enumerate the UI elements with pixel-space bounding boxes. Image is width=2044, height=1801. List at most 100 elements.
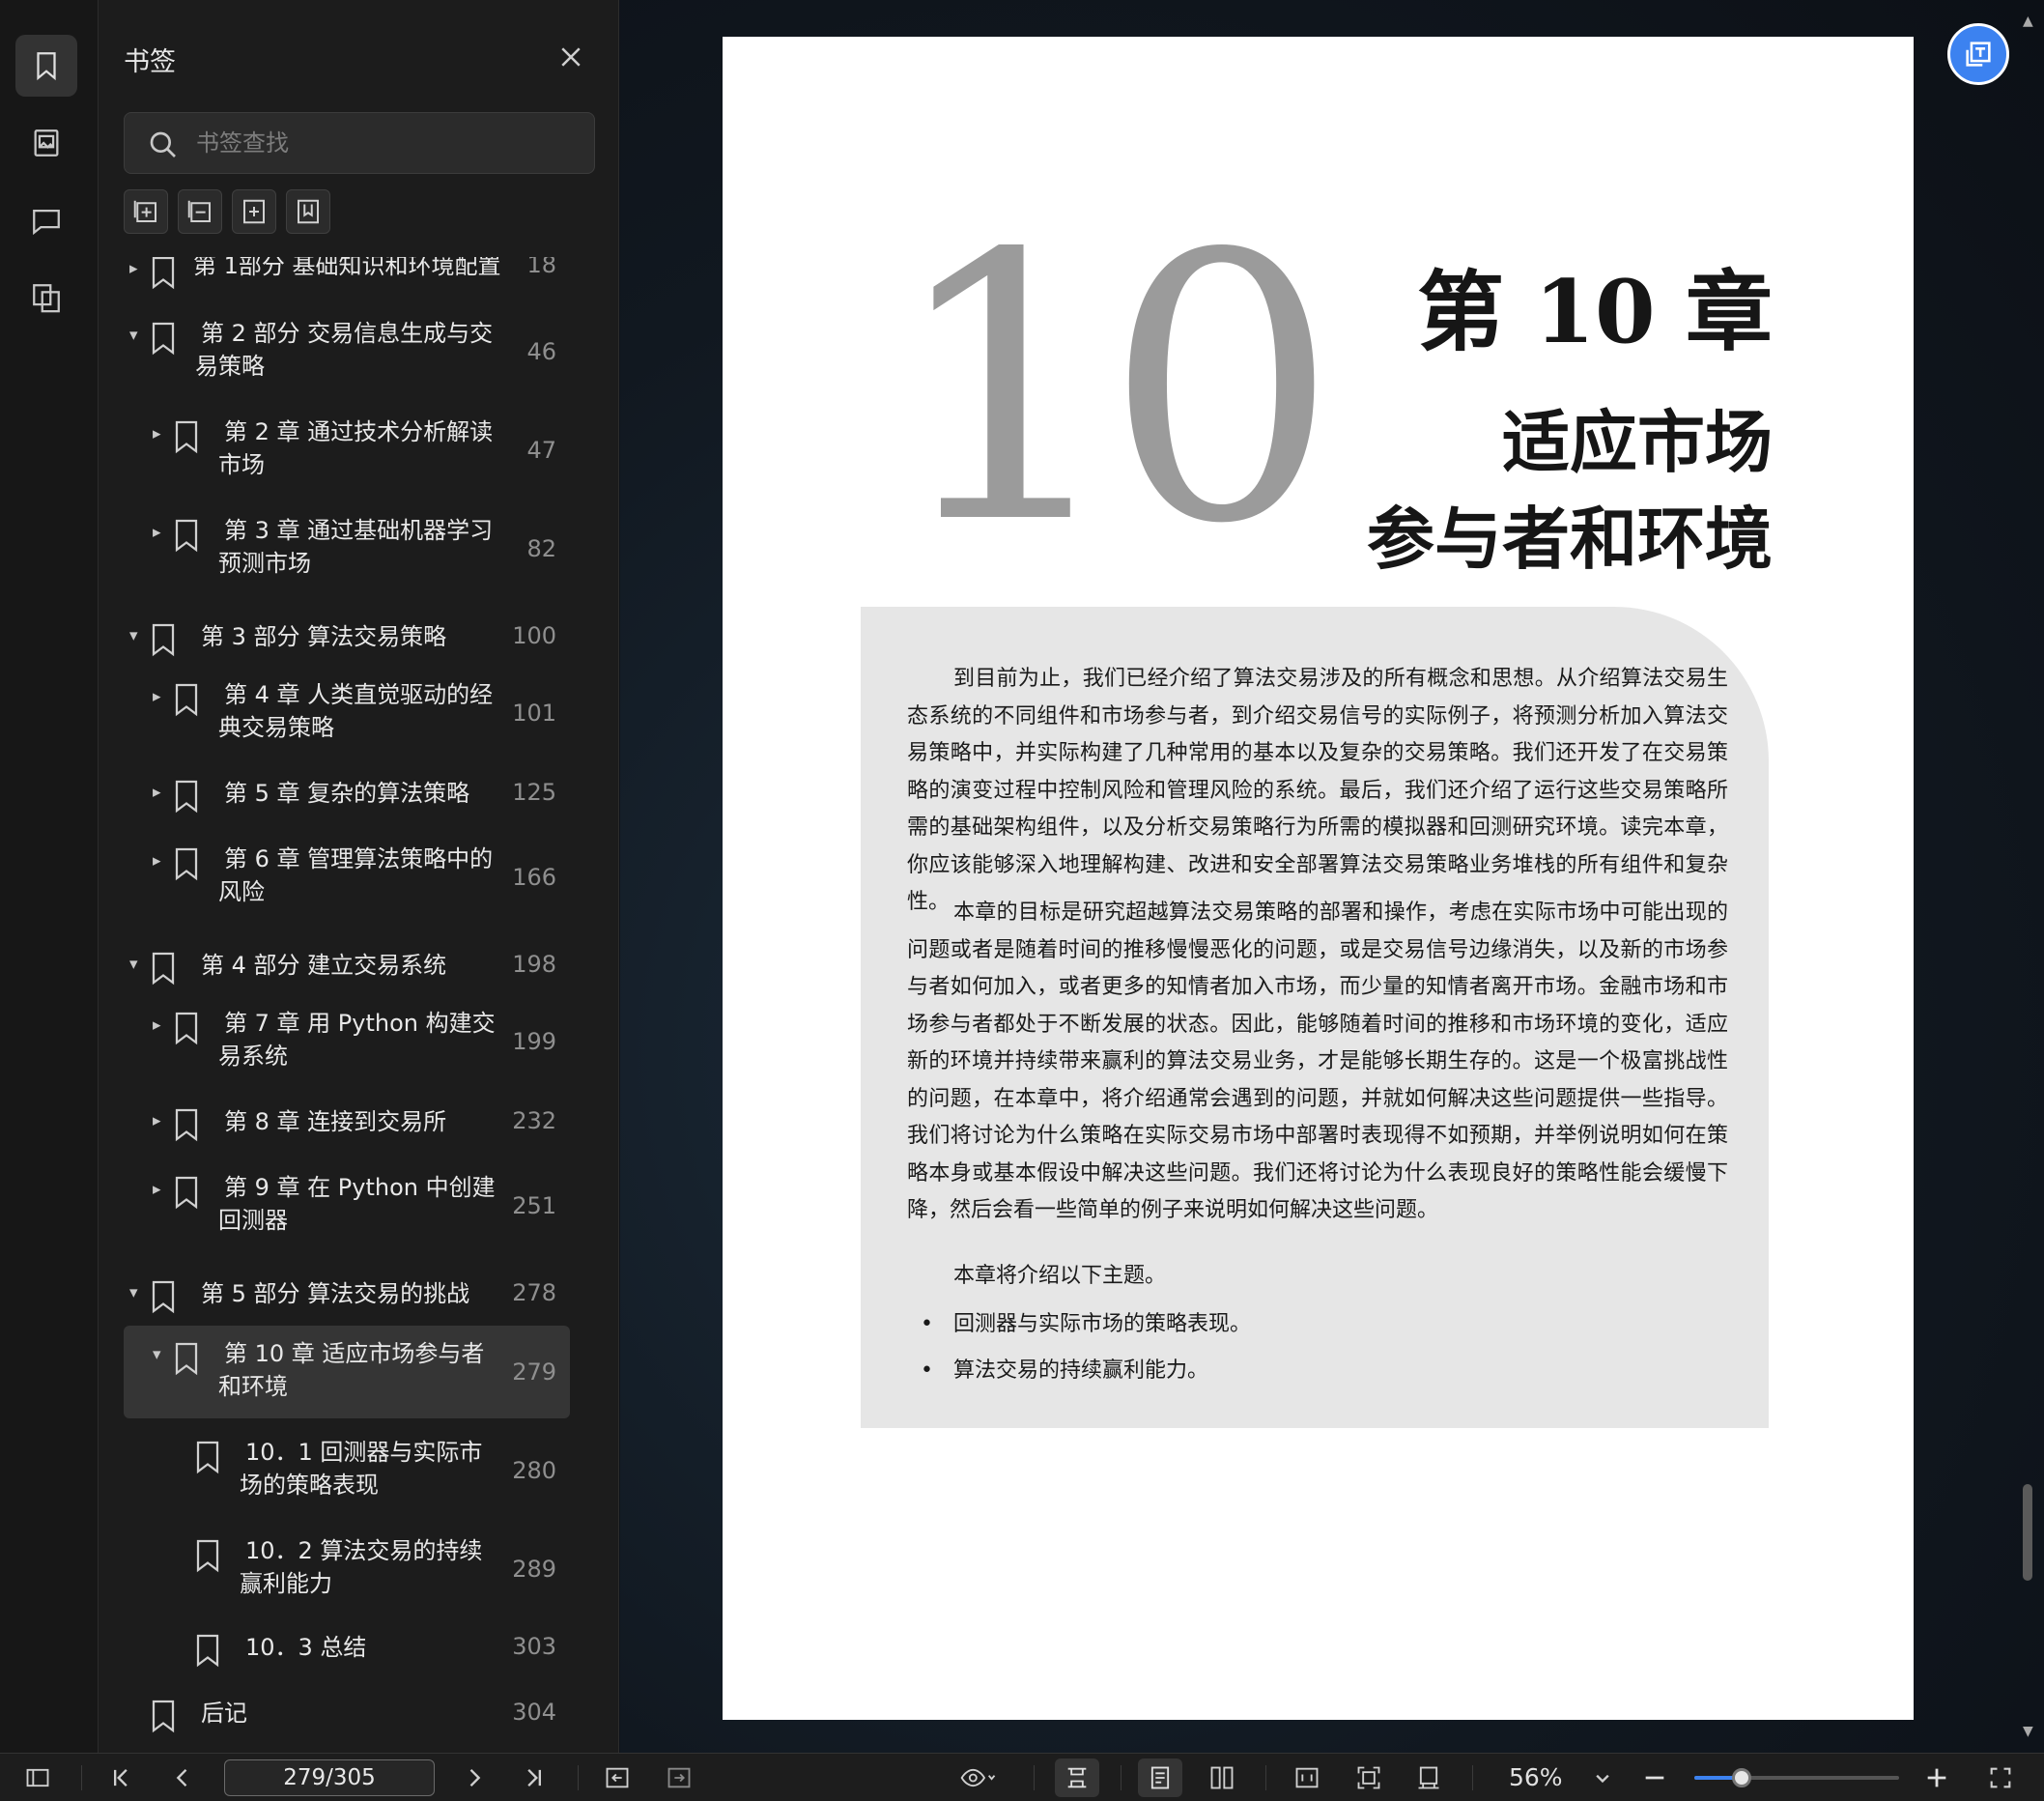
bookmark-item[interactable]: 后记 304 <box>124 1691 570 1741</box>
bookmark-item[interactable]: ▸ 第 6 章 管理算法策略中的风险 166 <box>124 837 570 918</box>
intro-paragraph-3: 本章将介绍以下主题。 <box>953 1264 1167 1288</box>
expand-arrow-icon[interactable]: ▸ <box>129 259 138 278</box>
bookmark-icon <box>175 780 198 814</box>
bookmark-item[interactable]: ▸ 第 1部分 基础知识和环境配置 18 <box>124 257 570 290</box>
next-page-button[interactable] <box>458 1761 491 1794</box>
thumbnail-tab-button[interactable] <box>15 112 77 174</box>
bookmark-item[interactable]: ▸ 第 7 章 用 Python 构建交易系统 199 <box>124 1001 570 1082</box>
first-page-button[interactable] <box>104 1761 137 1794</box>
floating-action-button[interactable] <box>1947 23 2009 85</box>
actual-size-button[interactable] <box>1291 1761 1323 1794</box>
single-page-button[interactable] <box>1138 1758 1182 1797</box>
bookmark-item[interactable]: ▸ 第 3 章 通过基础机器学习预测市场 82 <box>124 508 570 589</box>
comment-tab-button[interactable] <box>15 189 77 251</box>
fit-width-button[interactable] <box>1055 1758 1099 1797</box>
collapse-arrow-icon[interactable]: ▾ <box>153 1345 161 1364</box>
zoom-slider[interactable] <box>1694 1768 1899 1787</box>
expand-arrow-icon[interactable]: ▸ <box>153 1111 161 1130</box>
rotate-icon <box>1418 1766 1439 1789</box>
comment-icon <box>33 209 60 236</box>
bookmark-icon <box>175 1108 198 1142</box>
expand-arrow-icon[interactable]: ▸ <box>153 1015 161 1035</box>
bookmark-icon <box>152 623 175 657</box>
fullscreen-button[interactable] <box>1984 1761 2017 1794</box>
fit-page-button[interactable] <box>1352 1761 1385 1794</box>
bookmark-item-selected[interactable]: ▾ 第 10 章 适应市场参与者和环境 279 <box>124 1326 570 1418</box>
add-bookmark-button[interactable] <box>232 189 276 234</box>
bookmark-item[interactable]: ▸ 第 5 章 复杂的算法策略 125 <box>124 771 570 821</box>
bookmark-page: 47 <box>526 437 556 464</box>
previous-page-button[interactable] <box>166 1761 199 1794</box>
search-icon <box>150 131 176 157</box>
zoom-in-button[interactable] <box>1920 1761 1953 1794</box>
bookmark-search-box <box>124 112 595 174</box>
bookmark-search-input[interactable] <box>196 119 582 167</box>
expand-arrow-icon[interactable]: ▸ <box>153 687 161 706</box>
back-button[interactable] <box>601 1761 634 1794</box>
bookmark-page: 251 <box>512 1192 556 1219</box>
bookmark-icon <box>152 952 175 986</box>
bookmark-page: 166 <box>512 864 556 891</box>
expand-arrow-icon[interactable]: ▸ <box>153 851 161 871</box>
chapter-heading: 第 10 章 适应市场 参与者和环境 <box>1367 259 1773 587</box>
bookmark-label: 第 3 章 通过基础机器学习预测市场 <box>218 517 494 577</box>
bottom-toolbar: 56% <box>0 1753 2044 1801</box>
bookmark-item[interactable]: ▸ 第 8 章 连接到交易所 232 <box>124 1100 570 1150</box>
collapse-arrow-icon[interactable]: ▾ <box>129 326 138 345</box>
toggle-sidebar-button[interactable] <box>21 1761 54 1794</box>
bookmark-item[interactable]: ▸ 第 2 章 通过技术分析解读市场 47 <box>124 410 570 491</box>
collapse-all-icon <box>187 200 211 222</box>
image-icon <box>34 129 59 157</box>
expand-all-button[interactable] <box>124 189 168 234</box>
bookmark-item[interactable]: 10．3 总结 303 <box>124 1625 570 1675</box>
zoom-level[interactable]: 56% <box>1509 1763 1563 1791</box>
bookmark-tab-button[interactable] <box>15 35 77 97</box>
bookmark-page: 304 <box>512 1699 556 1726</box>
collapse-arrow-icon[interactable]: ▾ <box>129 955 138 974</box>
view-mode-button[interactable] <box>951 1761 1005 1794</box>
page-number-input[interactable] <box>224 1759 435 1796</box>
document-scrollbar[interactable] <box>2023 1484 2032 1581</box>
fullscreen-icon <box>1990 1767 2011 1788</box>
bookmark-item[interactable]: 10．2 算法交易的持续赢利能力 289 <box>124 1529 570 1610</box>
chapter-intro-box: 到目前为止，我们已经介绍了算法交易涉及的所有概念和思想。从介绍算法交易生态系统的… <box>861 607 1769 1428</box>
bookmark-item[interactable]: ▾ 第 5 部分 算法交易的挑战 278 <box>124 1272 570 1322</box>
fit-page-icon <box>1357 1766 1380 1789</box>
expand-arrow-icon[interactable]: ▸ <box>153 424 161 443</box>
bookmark-item[interactable]: ▸ 第 4 章 人类直觉驱动的经典交易策略 101 <box>124 672 570 754</box>
bookmark-item[interactable]: ▾ 第 4 部分 建立交易系统 198 <box>124 943 570 993</box>
bookmark-item[interactable]: ▾ 第 2 部分 交易信息生成与交易策略 46 <box>124 311 570 392</box>
document-viewport[interactable]: 10 第 10 章 适应市场 参与者和环境 到目前为止，我们已经介绍了算法交易涉… <box>620 0 2044 1753</box>
zoom-out-button[interactable] <box>1638 1761 1671 1794</box>
fit-width-icon <box>1067 1767 1087 1788</box>
bookmark-button[interactable] <box>286 189 330 234</box>
collapse-all-button[interactable] <box>178 189 222 234</box>
scroll-up-icon[interactable]: ▲ <box>2023 14 2033 29</box>
bookmark-item[interactable]: 10．1 回测器与实际市场的策略表现 280 <box>124 1430 570 1511</box>
minus-icon <box>1645 1776 1664 1780</box>
intro-paragraph-2: 本章的目标是研究超越算法交易策略的部署和操作，考虑在实际市场中可能出现的问题或者… <box>907 900 1728 1222</box>
two-page-icon <box>1210 1766 1234 1789</box>
forward-button[interactable] <box>663 1761 696 1794</box>
last-page-button[interactable] <box>518 1761 551 1794</box>
expand-all-icon <box>133 200 156 222</box>
actual-size-icon <box>1295 1767 1319 1788</box>
bookmark-item[interactable]: ▸ 第 9 章 在 Python 中创建回测器 251 <box>124 1165 570 1246</box>
scroll-down-icon[interactable]: ▼ <box>2023 1724 2033 1739</box>
two-page-button[interactable] <box>1206 1761 1238 1794</box>
copy-icon <box>33 284 60 313</box>
collapse-arrow-icon[interactable]: ▾ <box>129 1283 138 1302</box>
close-icon[interactable] <box>556 43 585 71</box>
expand-arrow-icon[interactable]: ▸ <box>153 523 161 542</box>
expand-arrow-icon[interactable]: ▸ <box>153 783 161 802</box>
bookmark-icon <box>152 1700 175 1733</box>
bookmark-item[interactable]: ▾ 第 3 部分 算法交易策略 100 <box>124 615 570 665</box>
bookmark-page: 82 <box>526 535 556 562</box>
bookmark-label: 第 9 章 在 Python 中创建回测器 <box>218 1174 496 1234</box>
attachment-tab-button[interactable] <box>15 267 77 329</box>
rotate-button[interactable] <box>1412 1761 1445 1794</box>
zoom-slider-handle[interactable] <box>1731 1768 1751 1787</box>
collapse-arrow-icon[interactable]: ▾ <box>129 626 138 645</box>
zoom-dropdown-button[interactable] <box>1586 1761 1619 1794</box>
expand-arrow-icon[interactable]: ▸ <box>153 1180 161 1199</box>
